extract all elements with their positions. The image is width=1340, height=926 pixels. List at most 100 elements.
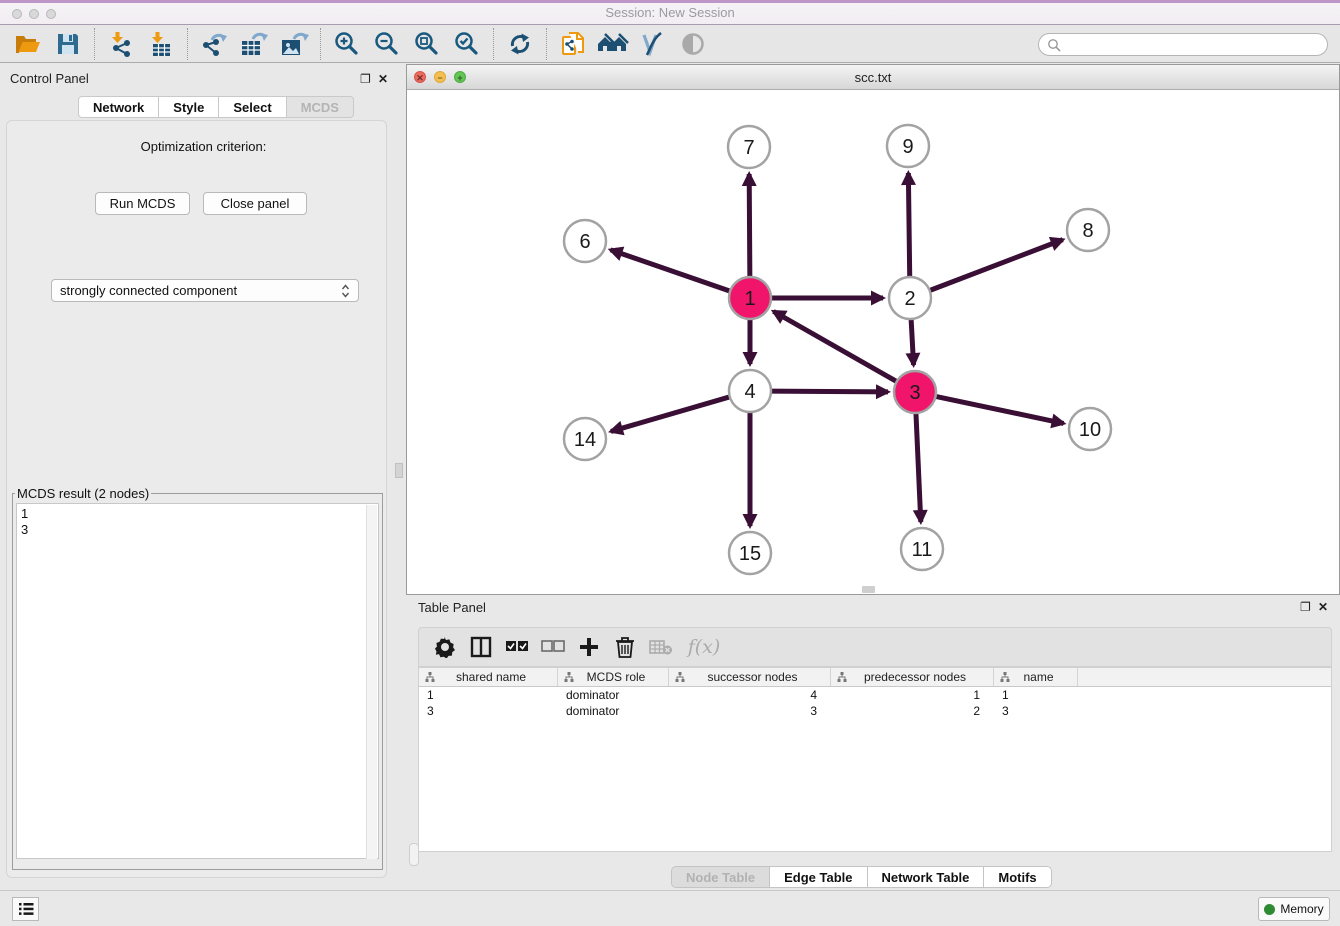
- export-image-icon[interactable]: [277, 28, 311, 60]
- edge-1-6[interactable]: [611, 250, 732, 292]
- edge-2-9[interactable]: [908, 173, 909, 278]
- graph-node-10[interactable]: 10: [1069, 408, 1111, 450]
- zoom-in-icon[interactable]: [330, 28, 364, 60]
- column-header-MCDS-role[interactable]: MCDS role: [558, 668, 669, 686]
- show-graphics-details-icon[interactable]: [676, 28, 710, 60]
- graph-node-1[interactable]: 1: [729, 277, 771, 319]
- delete-table-icon[interactable]: [646, 632, 676, 662]
- graph-node-7[interactable]: 7: [728, 126, 770, 168]
- tab-mcds[interactable]: MCDS: [287, 96, 354, 118]
- node-table: shared nameMCDS rolesuccessor nodesprede…: [418, 667, 1332, 852]
- mcds-result-group: MCDS result (2 nodes) 1 3: [12, 486, 383, 870]
- network-horizontal-scroll-handle[interactable]: [862, 586, 875, 593]
- control-panel-close-icon[interactable]: ✕: [378, 72, 388, 86]
- svg-text:6: 6: [579, 231, 590, 253]
- tab-style[interactable]: Style: [159, 96, 219, 118]
- table-cell[interactable]: dominator: [558, 687, 669, 703]
- create-column-icon[interactable]: [574, 632, 604, 662]
- select-all-icon[interactable]: [502, 632, 532, 662]
- tab-network[interactable]: Network: [78, 96, 159, 118]
- import-table-icon[interactable]: [144, 28, 178, 60]
- graph-node-14[interactable]: 14: [564, 418, 606, 460]
- close-panel-button[interactable]: Close panel: [203, 192, 307, 215]
- edge-2-8[interactable]: [929, 240, 1063, 291]
- edge-4-14[interactable]: [611, 397, 731, 432]
- column-header-predecessor-nodes[interactable]: predecessor nodes: [831, 668, 994, 686]
- edge-3-1[interactable]: [773, 311, 897, 382]
- function-builder-icon[interactable]: f(x): [682, 632, 726, 662]
- tab-network-table[interactable]: Network Table: [868, 866, 985, 888]
- edge-1-7[interactable]: [749, 174, 750, 278]
- export-network-icon[interactable]: [197, 28, 231, 60]
- zoom-out-icon[interactable]: [370, 28, 404, 60]
- table-cell[interactable]: 1: [831, 687, 994, 703]
- optimization-select[interactable]: strongly connected component: [51, 279, 359, 302]
- table-cell[interactable]: 1: [419, 687, 558, 703]
- svg-text:2: 2: [904, 288, 915, 310]
- table-cell[interactable]: 3: [419, 703, 558, 719]
- edge-2-3[interactable]: [911, 318, 914, 365]
- deselect-all-icon[interactable]: [538, 632, 568, 662]
- table-header-row: shared nameMCDS rolesuccessor nodesprede…: [419, 668, 1331, 687]
- svg-text:8: 8: [1082, 220, 1093, 242]
- network-window-titlebar[interactable]: ✕ − + scc.txt: [407, 65, 1339, 90]
- result-scrollbar[interactable]: [366, 505, 377, 859]
- column-header-successor-nodes[interactable]: successor nodes: [669, 668, 831, 686]
- list-icon: [18, 902, 34, 916]
- control-panel-float-icon[interactable]: ❐: [360, 72, 371, 86]
- table-row[interactable]: 1dominator411: [419, 687, 1331, 703]
- table-cell[interactable]: 3: [994, 703, 1078, 719]
- table-panel-float-icon[interactable]: ❐: [1300, 600, 1311, 614]
- task-history-button[interactable]: [12, 897, 39, 921]
- search-input[interactable]: [1061, 38, 1327, 52]
- open-session-icon[interactable]: [11, 28, 45, 60]
- table-cell[interactable]: 1: [994, 687, 1078, 703]
- main-toolbar: [0, 25, 1340, 63]
- mcds-result-title: MCDS result (2 nodes): [15, 486, 151, 501]
- table-cell[interactable]: 4: [669, 687, 831, 703]
- graph-node-2[interactable]: 2: [889, 277, 931, 319]
- column-header-shared-name[interactable]: shared name: [419, 668, 558, 686]
- column-header-name[interactable]: name: [994, 668, 1078, 686]
- tab-motifs[interactable]: Motifs: [984, 866, 1051, 888]
- graph-node-9[interactable]: 9: [887, 125, 929, 167]
- vizmapper-icon[interactable]: [636, 28, 670, 60]
- clone-network-icon[interactable]: [556, 28, 590, 60]
- zoom-fit-icon[interactable]: [410, 28, 444, 60]
- export-table-icon[interactable]: [237, 28, 271, 60]
- table-row[interactable]: 3dominator323: [419, 703, 1331, 719]
- refresh-icon[interactable]: [503, 28, 537, 60]
- edge-4-3[interactable]: [770, 391, 888, 392]
- edge-3-11[interactable]: [916, 412, 921, 522]
- zoom-selected-icon[interactable]: [450, 28, 484, 60]
- toolbar-separator: [546, 28, 547, 60]
- graph-node-6[interactable]: 6: [564, 220, 606, 262]
- network-overview-icon[interactable]: [596, 28, 630, 60]
- network-graph[interactable]: 7 9 6 8 1 2 4 3 14 10 15 11: [407, 90, 1339, 594]
- table-panel-close-icon[interactable]: ✕: [1318, 600, 1328, 614]
- tab-select[interactable]: Select: [219, 96, 286, 118]
- search-field[interactable]: [1038, 33, 1328, 56]
- network-vertical-scroll-handle[interactable]: [395, 463, 403, 478]
- tab-node-table[interactable]: Node Table: [671, 866, 770, 888]
- network-canvas[interactable]: 7 9 6 8 1 2 4 3 14 10 15 11: [407, 90, 1339, 594]
- graph-node-4[interactable]: 4: [729, 370, 771, 412]
- show-columns-icon[interactable]: [466, 632, 496, 662]
- graph-node-3[interactable]: 3: [894, 371, 936, 413]
- edge-3-10[interactable]: [935, 396, 1064, 423]
- save-session-icon[interactable]: [51, 28, 85, 60]
- table-options-icon[interactable]: [430, 632, 460, 662]
- tab-edge-table[interactable]: Edge Table: [770, 866, 867, 888]
- svg-text:7: 7: [743, 137, 754, 159]
- graph-node-15[interactable]: 15: [729, 532, 771, 574]
- table-cell[interactable]: dominator: [558, 703, 669, 719]
- graph-node-11[interactable]: 11: [901, 528, 943, 570]
- delete-columns-icon[interactable]: [610, 632, 640, 662]
- import-network-icon[interactable]: [104, 28, 138, 60]
- memory-button[interactable]: Memory: [1258, 897, 1330, 921]
- run-mcds-button[interactable]: Run MCDS: [95, 192, 190, 215]
- table-cell[interactable]: 3: [669, 703, 831, 719]
- graph-node-8[interactable]: 8: [1067, 209, 1109, 251]
- mcds-result-text[interactable]: 1 3: [16, 503, 379, 859]
- table-cell[interactable]: 2: [831, 703, 994, 719]
